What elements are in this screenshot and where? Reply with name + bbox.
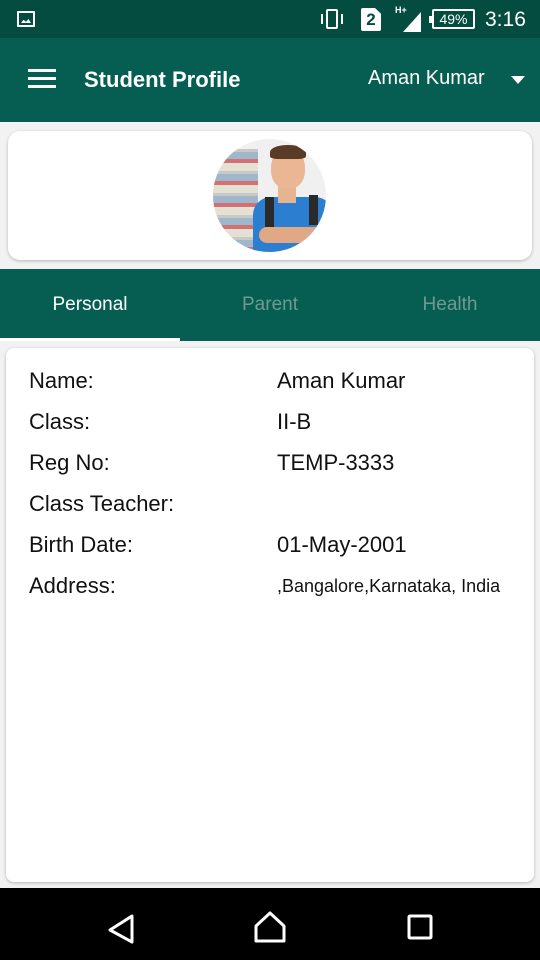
vibrate-icon (318, 9, 346, 29)
home-icon[interactable] (250, 908, 290, 948)
field-value: TEMP-3333 (277, 450, 395, 475)
image-notification-icon (17, 11, 35, 27)
field-value: Aman Kumar (277, 368, 406, 393)
app-bar: Student Profile Aman Kumar (0, 38, 540, 122)
field-label: Address: (29, 573, 116, 598)
tab-indicator (0, 338, 180, 341)
detail-row-class: Class: II-B (29, 409, 529, 439)
student-selector[interactable]: Aman Kumar (368, 67, 485, 90)
signal-icon: H+ (395, 5, 421, 32)
status-bar: 2 H+ 49% 3:16 (0, 0, 540, 38)
network-type: H+ (395, 5, 407, 15)
field-label: Class: (29, 409, 91, 434)
field-value: 01-May-2001 (277, 532, 407, 557)
back-icon[interactable] (102, 908, 142, 948)
detail-row-class-teacher: Class Teacher: (29, 491, 529, 521)
detail-row-reg-no: Reg No: TEMP-3333 (29, 450, 529, 480)
clock: 3:16 (485, 8, 526, 31)
detail-row-birth-date: Birth Date: 01-May-2001 (29, 532, 529, 562)
recents-icon[interactable] (400, 908, 440, 948)
sim-icon: 2 (361, 8, 381, 31)
page-title: Student Profile (84, 67, 241, 92)
tab-health[interactable]: Health (360, 269, 540, 341)
detail-row-address: Address: ,Bangalore,Karnataka, India (29, 573, 529, 603)
field-label: Class Teacher: (29, 491, 175, 516)
field-value: ,Bangalore,Karnataka, India (277, 576, 501, 596)
profile-tabs: Personal Parent Health (0, 269, 540, 341)
tab-personal[interactable]: Personal (0, 269, 180, 341)
field-label: Birth Date: (29, 532, 133, 557)
field-value: II-B (277, 409, 312, 434)
field-label: Name: (29, 368, 94, 393)
avatar (213, 139, 326, 252)
hamburger-icon[interactable] (28, 69, 56, 89)
tab-parent[interactable]: Parent (180, 269, 360, 341)
battery-icon: 49% (429, 9, 475, 29)
field-label: Reg No: (29, 450, 110, 475)
personal-details-card: Name: Aman Kumar Class: II-B Reg No: TEM… (6, 348, 534, 882)
profile-card (8, 131, 532, 260)
detail-row-name: Name: Aman Kumar (29, 368, 529, 398)
caret-down-icon[interactable] (511, 76, 525, 84)
system-nav-bar (0, 888, 540, 960)
